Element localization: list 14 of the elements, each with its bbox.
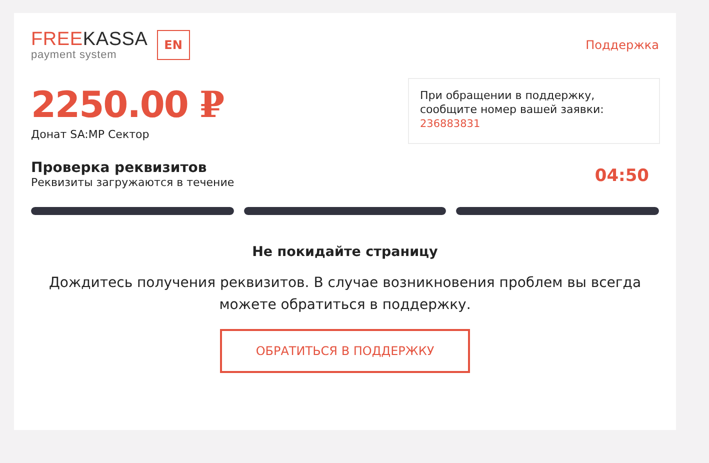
order-number: 236883831 (420, 117, 482, 131)
notice-text: При обращении в поддержку, сообщите номер вашей заявки: (420, 89, 605, 117)
payment-amount: 2250.00 ₽ (31, 83, 224, 128)
logo-tagline: payment system (31, 50, 118, 61)
status-subtitle: Реквизиты загружаются в течение (31, 176, 234, 189)
payment-description: Донат SA:MP Сектор (31, 128, 150, 141)
message-title: Не покидайте страницу (252, 244, 438, 260)
support-link[interactable]: Поддержка (586, 38, 659, 52)
language-button[interactable]: EN (156, 30, 190, 60)
contact-support-button[interactable]: ОБРАТИТЬСЯ В ПОДДЕРЖКУ (220, 329, 470, 373)
countdown-timer: 04:50 (594, 166, 649, 186)
status-title: Проверка реквизитов (31, 160, 208, 176)
message-text: Дождитесь получения реквизитов. В случае возникновения проблем вы всегда можете обратиться в поддержку. (48, 274, 642, 315)
logo-wordmark: FREEKASSA (31, 30, 148, 50)
